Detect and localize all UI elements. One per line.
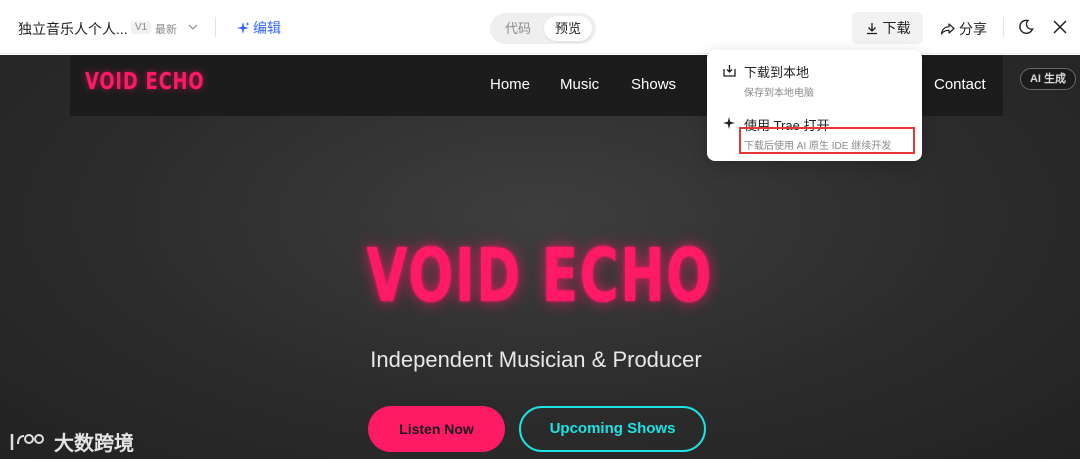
latest-label: 最新: [155, 24, 177, 36]
download-menu: 下载到本地 保存到本地电脑 使用 Trae 打开 下载后使用 AI 原生 IDE…: [707, 50, 922, 161]
nav-link-music[interactable]: Music: [560, 76, 599, 93]
highlight-annotation-box: [739, 127, 915, 154]
watermark-logo-icon: [10, 433, 44, 450]
upcoming-shows-button[interactable]: Upcoming Shows: [519, 406, 706, 452]
edit-button[interactable]: 编辑: [236, 18, 281, 38]
share-icon: [940, 23, 955, 35]
download-icon: [866, 23, 877, 35]
moon-icon[interactable]: [1018, 19, 1034, 35]
view-toggle: 代码 预览: [490, 13, 596, 44]
menu-item-title: 下载到本地: [744, 65, 810, 80]
tab-code[interactable]: 代码: [494, 16, 542, 41]
watermark: 大数跨境: [10, 427, 134, 456]
download-label: 下载: [882, 20, 911, 36]
top-toolbar: 独立音乐人个人... V1 最新 编辑 代码 预览 下载 分享: [0, 0, 1080, 54]
listen-now-button[interactable]: Listen Now: [368, 406, 505, 452]
download-box-icon: [723, 65, 736, 77]
divider: [215, 17, 216, 37]
document-title[interactable]: 独立音乐人个人...: [18, 19, 128, 39]
nav-link-contact[interactable]: Contact: [934, 76, 986, 93]
edit-label: 编辑: [253, 20, 281, 36]
watermark-text: 大数跨境: [54, 433, 134, 455]
nav-link-home[interactable]: Home: [490, 76, 530, 93]
hero-title-text: VOID ECHO: [366, 233, 714, 319]
share-label: 分享: [959, 21, 987, 37]
chevron-down-icon[interactable]: [186, 20, 200, 34]
sparkle-icon: [237, 22, 250, 34]
divider: [1003, 17, 1004, 37]
download-button[interactable]: 下载: [852, 12, 923, 44]
hero-title: VOID ECHO: [0, 233, 1080, 319]
menu-item-desc: 保存到本地电脑: [744, 88, 814, 99]
share-button[interactable]: 分享: [940, 19, 987, 39]
nav-link-shows[interactable]: Shows: [631, 76, 676, 93]
ai-generated-badge: AI 生成: [1020, 68, 1076, 90]
close-icon[interactable]: [1052, 19, 1068, 35]
tab-preview[interactable]: 预览: [544, 16, 592, 41]
sparkle-icon: [723, 117, 735, 129]
hero-subtitle: Independent Musician & Producer: [370, 347, 702, 372]
site-logo[interactable]: VOID ECHO: [85, 69, 204, 95]
version-badge: V1: [131, 21, 152, 34]
